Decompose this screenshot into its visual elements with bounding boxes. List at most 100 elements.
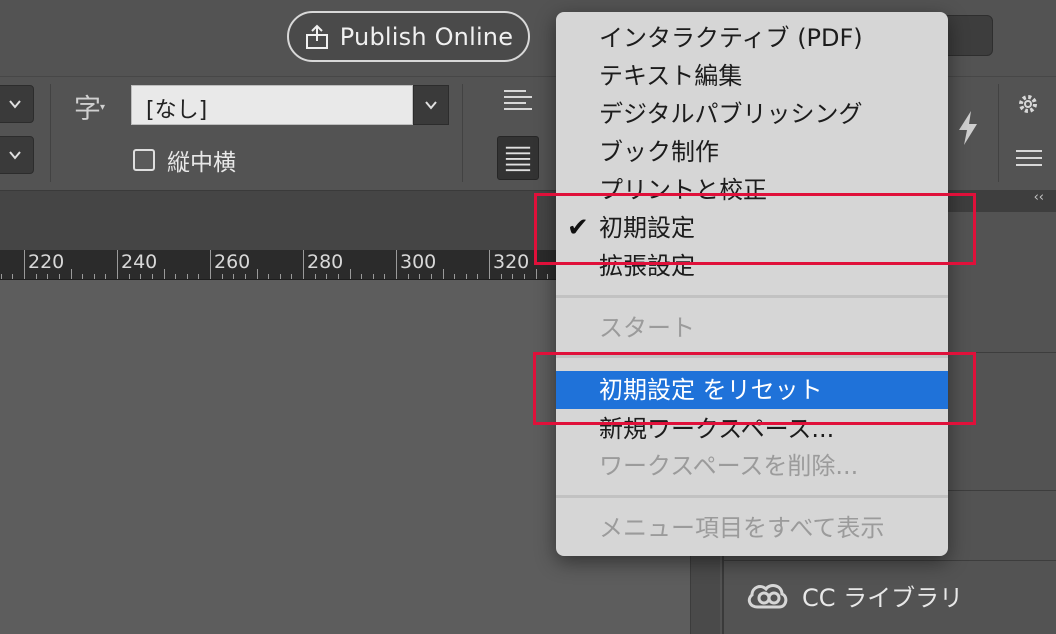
ruler-minor-tick (477, 274, 479, 279)
ruler-minor-tick (221, 274, 223, 279)
panel-menu-icon[interactable] (1015, 148, 1043, 168)
cc-libraries-panel-button[interactable]: CC ライブラリ (744, 578, 963, 613)
justify-all-icon (505, 146, 531, 172)
menu-item-label: スタート (599, 314, 695, 342)
ruler-minor-tick (47, 274, 49, 279)
justify-all-button[interactable] (497, 136, 539, 180)
ruler-minor-tick (268, 274, 270, 279)
ruler-label: 300 (400, 251, 437, 273)
chevron-down-icon (9, 151, 21, 160)
menu-item-interactive-pdf[interactable]: インタラクティブ (PDF) (556, 19, 948, 57)
ruler-minor-tick (523, 274, 525, 279)
character-style-field[interactable]: [なし] (131, 85, 413, 125)
character-style-dropdown[interactable] (413, 85, 449, 125)
align-left-icon[interactable] (502, 88, 534, 116)
panel-separator (462, 84, 463, 182)
ruler-minor-tick (454, 274, 456, 279)
tate-chu-yoko-label: 縦中横 (167, 150, 236, 176)
ruler-major-tick (210, 250, 211, 279)
ruler-minor-tick (244, 274, 246, 279)
menu-item-label: デジタルパブリッシング (599, 100, 863, 128)
ruler-minor-tick (535, 269, 537, 279)
ruler-minor-tick (233, 274, 235, 279)
ruler-minor-tick (372, 274, 374, 279)
ruler-minor-tick (163, 269, 165, 279)
ruler-minor-tick (337, 274, 339, 279)
menu-separator (556, 295, 948, 298)
ruler-minor-tick (407, 274, 409, 279)
dropdown-arrow-1[interactable] (0, 85, 34, 123)
horizontal-ruler[interactable]: 220 240 260 280 300 320 (0, 250, 560, 280)
menu-item-book[interactable]: ブック制作 (556, 133, 948, 171)
ruler-minor-tick (547, 274, 549, 279)
upload-icon (305, 24, 328, 49)
menu-item-label: テキスト編集 (599, 62, 743, 90)
ruler-minor-tick (93, 274, 95, 279)
ruler-major-tick (24, 250, 25, 279)
character-style-icon: 字 ▾ (74, 94, 106, 125)
ruler-minor-tick (384, 274, 386, 279)
ruler-minor-tick (70, 269, 72, 279)
ruler-minor-tick (186, 274, 188, 279)
ruler-minor-tick (105, 274, 107, 279)
chevron-down-icon (425, 101, 437, 110)
menu-item-text-editing[interactable]: テキスト編集 (556, 57, 948, 95)
tate-chu-yoko-checkbox[interactable] (133, 149, 155, 171)
workspace-menu: インタラクティブ (PDF) テキスト編集 デジタルパブリッシング ブック制作 … (556, 12, 948, 556)
menu-separator (556, 495, 948, 498)
collapse-panels-icon[interactable]: ‹‹ (1034, 190, 1044, 205)
ruler-minor-tick (82, 274, 84, 279)
ruler-minor-tick (279, 274, 281, 279)
chevron-down-icon (9, 100, 21, 109)
menu-item-digital-publishing[interactable]: デジタルパブリッシング (556, 95, 948, 133)
ruler-minor-tick (512, 274, 514, 279)
ruler-minor-tick (128, 274, 130, 279)
ruler-major-tick (117, 250, 118, 279)
menu-item-label: メニュー項目をすべて表示 (599, 514, 885, 542)
ruler-label: 260 (214, 251, 251, 273)
publish-online-button[interactable]: Publish Online (287, 11, 530, 62)
ruler-major-tick (396, 250, 397, 279)
gear-icon[interactable] (1016, 92, 1040, 116)
ruler-minor-tick (175, 274, 177, 279)
ruler-minor-tick (151, 274, 153, 279)
cc-libraries-label: CC ライブラリ (802, 584, 964, 612)
ruler-minor-tick (349, 269, 351, 279)
ruler-minor-tick (198, 274, 200, 279)
menu-item-label: ブック制作 (599, 138, 719, 166)
creative-cloud-icon (747, 583, 788, 608)
ruler-minor-tick (314, 274, 316, 279)
ruler-minor-tick (35, 274, 37, 279)
ruler-minor-tick (465, 274, 467, 279)
panel-separator (50, 84, 51, 182)
ruler-minor-tick (12, 274, 14, 279)
annotation-box-reset-essentials (533, 352, 976, 425)
ruler-label: 320 (493, 251, 530, 273)
ruler-minor-tick (500, 274, 502, 279)
ruler-minor-tick (430, 274, 432, 279)
ruler-minor-tick (361, 274, 363, 279)
ruler-label: 240 (121, 251, 158, 273)
panel-divider (724, 560, 1056, 561)
tate-chu-yoko-option[interactable]: 縦中横 (133, 143, 236, 177)
menu-item-start: スタート (556, 309, 948, 347)
dropdown-arrow-2[interactable] (0, 136, 34, 174)
ruler-minor-tick (0, 274, 2, 279)
annotation-box-essentials (534, 193, 976, 265)
ruler-minor-tick (442, 269, 444, 279)
ruler-minor-tick (58, 274, 60, 279)
ruler-minor-tick (256, 269, 258, 279)
ruler-label: 280 (307, 251, 344, 273)
ruler-minor-tick (291, 274, 293, 279)
ruler-major-tick (303, 250, 304, 279)
quick-apply-icon[interactable] (955, 110, 981, 146)
ruler-minor-tick (419, 274, 421, 279)
ruler-minor-tick (326, 274, 328, 279)
menu-item-show-all-menu-items: メニュー項目をすべて表示 (556, 509, 948, 547)
menu-item-delete-workspace: ワークスペースを削除... (556, 447, 948, 485)
menu-item-label: ワークスペースを削除... (599, 452, 859, 480)
menu-item-label: インタラクティブ (PDF) (599, 24, 863, 52)
panel-separator (998, 84, 999, 182)
ruler-minor-tick (140, 274, 142, 279)
ruler-major-tick (489, 250, 490, 279)
